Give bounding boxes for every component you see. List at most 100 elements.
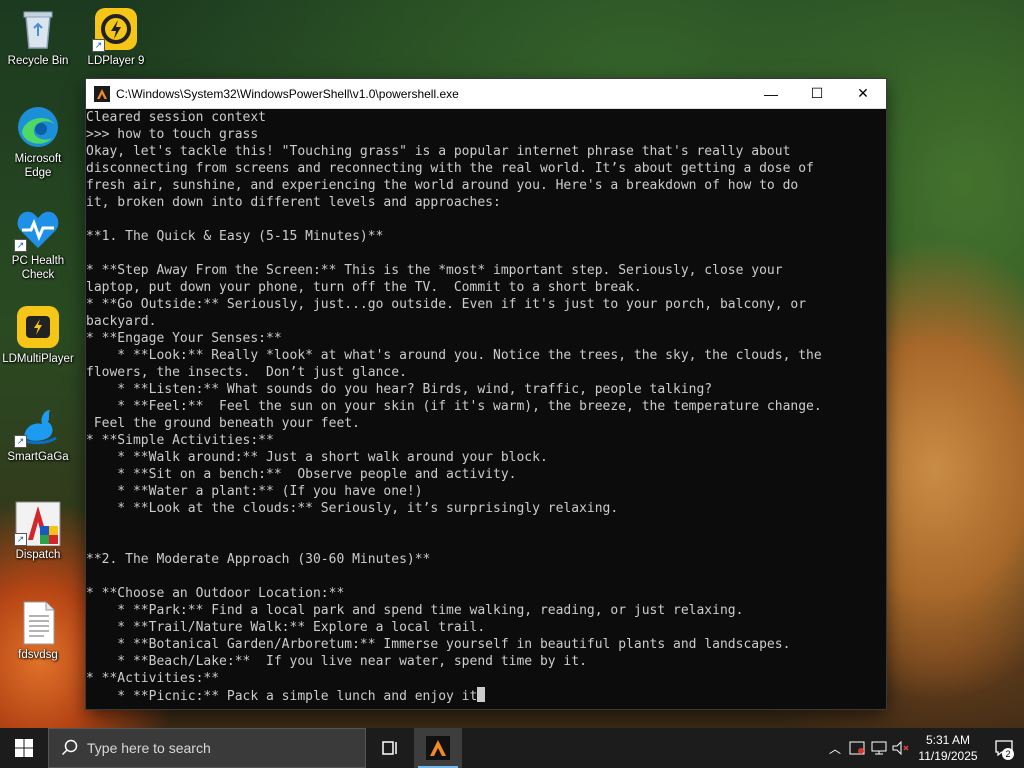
shortcut-arrow-icon: ↗ <box>14 533 27 546</box>
dispatch-icon: ↗ <box>14 500 62 547</box>
console-line: backyard. <box>86 314 157 329</box>
desktop-icon-fdsvdsg[interactable]: fdsvdsg <box>0 600 76 662</box>
taskbar-app-powershell[interactable] <box>414 728 462 768</box>
desktop-icon-label: LDPlayer 9 <box>87 55 145 67</box>
minimize-icon: — <box>764 85 778 102</box>
desktop-icon-label: Microsoft Edge <box>14 153 62 179</box>
clock-date: 11/19/2025 <box>918 749 978 763</box>
show-hidden-icons-button[interactable]: ︿ <box>824 728 846 768</box>
desktop-icon-label: Recycle Bin <box>7 55 69 67</box>
console-line: disconnecting from screens and reconnect… <box>86 161 814 176</box>
console-line: * **Go Outside:** Seriously, just...go o… <box>86 297 807 312</box>
console-line: Okay, let's tackle this! "Touching grass… <box>86 144 791 159</box>
window-titlebar[interactable]: C:\Windows\System32\WindowsPowerShell\v1… <box>86 79 886 109</box>
shortcut-arrow-icon: ↗ <box>14 239 27 252</box>
console-line: * **Look:** Really *look* at what's arou… <box>86 348 822 363</box>
console-output[interactable]: Cleared session context >>> how to touch … <box>86 109 886 709</box>
console-line: **1. The Quick & Easy (5-15 Minutes)** <box>86 229 384 244</box>
console-line: it, broken down into different levels an… <box>86 195 501 210</box>
start-button[interactable] <box>0 728 48 768</box>
minimize-button[interactable]: — <box>748 79 794 108</box>
network-button[interactable] <box>868 728 890 768</box>
maximize-button[interactable]: ☐ <box>794 79 840 108</box>
shortcut-arrow-icon: ↗ <box>92 39 105 52</box>
console-line: * **Sit on a bench:** Observe people and… <box>86 467 517 482</box>
security-tray-icon <box>849 741 865 755</box>
desktop-icon-label: PC Health Check <box>11 255 65 281</box>
pc-health-check-icon: ↗ <box>14 206 62 252</box>
search-icon <box>61 739 78 756</box>
console-line: * **Walk around:** Just a short walk aro… <box>86 450 548 465</box>
system-tray: ︿ 5:31 AM 11/19/2025 2 <box>824 728 1024 768</box>
chevron-up-icon: ︿ <box>828 741 841 756</box>
volume-muted-icon <box>892 741 909 755</box>
desktop-icon-smartgaga[interactable]: ↗ SmartGaGa <box>0 402 76 464</box>
ollama-app-icon <box>94 85 110 102</box>
ollama-app-icon <box>426 736 450 760</box>
taskbar-search-box[interactable]: Type here to search <box>48 728 366 768</box>
console-line: * **Simple Activities:** <box>86 433 274 448</box>
maximize-icon: ☐ <box>810 85 824 101</box>
console-line: flowers, the insects. Don’t just glance. <box>86 365 407 380</box>
ldplayer-icon: ↗ <box>92 6 140 52</box>
console-line: * **Choose an Outdoor Location:** <box>86 586 345 601</box>
desktop-icon-pc-health-check[interactable]: ↗ PC Health Check <box>0 206 76 282</box>
action-center-button[interactable]: 2 <box>984 728 1024 768</box>
powershell-window[interactable]: C:\Windows\System32\WindowsPowerShell\v1… <box>86 79 886 709</box>
desktop-icon-label: Dispatch <box>15 549 61 561</box>
console-line: * **Water a plant:** (If you have one!) <box>86 484 423 499</box>
window-title: C:\Windows\System32\WindowsPowerShell\v1… <box>116 86 459 101</box>
console-line: * **Engage Your Senses:** <box>86 331 282 346</box>
shortcut-arrow-icon: ↗ <box>14 435 27 448</box>
windows-logo-icon <box>15 739 33 757</box>
console-line: Feel the ground beneath your feet. <box>86 416 360 431</box>
console-line: fresh air, sunshine, and experiencing th… <box>86 178 799 193</box>
console-line: * **Activities:** <box>86 671 220 686</box>
console-line: Cleared session context <box>86 110 267 125</box>
console-line: * **Park:** Find a local park and spend … <box>86 603 744 618</box>
taskbar: Type here to search ︿ 5:31 AM 11/19/2025… <box>0 728 1024 768</box>
search-placeholder: Type here to search <box>87 740 211 756</box>
console-line: >>> how to touch grass <box>86 127 259 142</box>
desktop-icon-label: SmartGaGa <box>7 451 69 463</box>
desktop-icon-dispatch[interactable]: ↗ Dispatch <box>0 500 76 562</box>
desktop: Recycle Bin ↗ LDPlayer 9 Microsoft Edge <box>0 0 1024 728</box>
smartgaga-icon: ↗ <box>14 402 62 448</box>
desktop-icon-ldmultiplayer[interactable]: LDMultiPlayer <box>0 304 76 366</box>
taskbar-clock[interactable]: 5:31 AM 11/19/2025 <box>912 732 984 764</box>
task-view-button[interactable] <box>366 728 414 768</box>
tray-app-icon[interactable] <box>846 728 868 768</box>
console-line: laptop, put down your phone, turn off th… <box>86 280 642 295</box>
edge-icon <box>14 104 62 150</box>
console-line: * **Look at the clouds:** Seriously, it’… <box>86 501 619 516</box>
console-line: * **Feel:** Feel the sun on your skin (i… <box>86 399 822 414</box>
console-line: * **Trail/Nature Walk:** Explore a local… <box>86 620 486 635</box>
desktop-icon-label: fdsvdsg <box>18 649 58 661</box>
desktop-icon-recycle-bin[interactable]: Recycle Bin <box>0 6 76 68</box>
volume-button[interactable] <box>890 728 912 768</box>
console-line: * **Beach/Lake:** If you live near water… <box>86 654 587 669</box>
network-icon <box>871 741 887 755</box>
ldmultiplayer-icon <box>14 304 62 350</box>
desktop-icon-edge[interactable]: Microsoft Edge <box>0 104 76 180</box>
recycle-bin-icon <box>14 6 62 52</box>
close-icon: ✕ <box>857 85 869 101</box>
console-line: * **Listen:** What sounds do you hear? B… <box>86 382 713 397</box>
desktop-icon-ldplayer[interactable]: ↗ LDPlayer 9 <box>78 6 154 68</box>
notification-count-badge: 2 <box>1002 748 1014 760</box>
text-cursor <box>477 687 486 702</box>
task-view-icon <box>382 741 397 755</box>
desktop-icon-label: LDMultiPlayer <box>2 353 74 365</box>
close-button[interactable]: ✕ <box>840 79 886 108</box>
text-file-icon <box>14 600 62 646</box>
console-line: **2. The Moderate Approach (30-60 Minute… <box>86 552 431 567</box>
clock-time: 5:31 AM <box>925 733 971 747</box>
console-line: * **Botanical Garden/Arboretum:** Immers… <box>86 637 791 652</box>
console-line: * **Picnic:** Pack a simple lunch and en… <box>86 687 886 705</box>
console-line: * **Step Away From the Screen:** This is… <box>86 263 783 278</box>
